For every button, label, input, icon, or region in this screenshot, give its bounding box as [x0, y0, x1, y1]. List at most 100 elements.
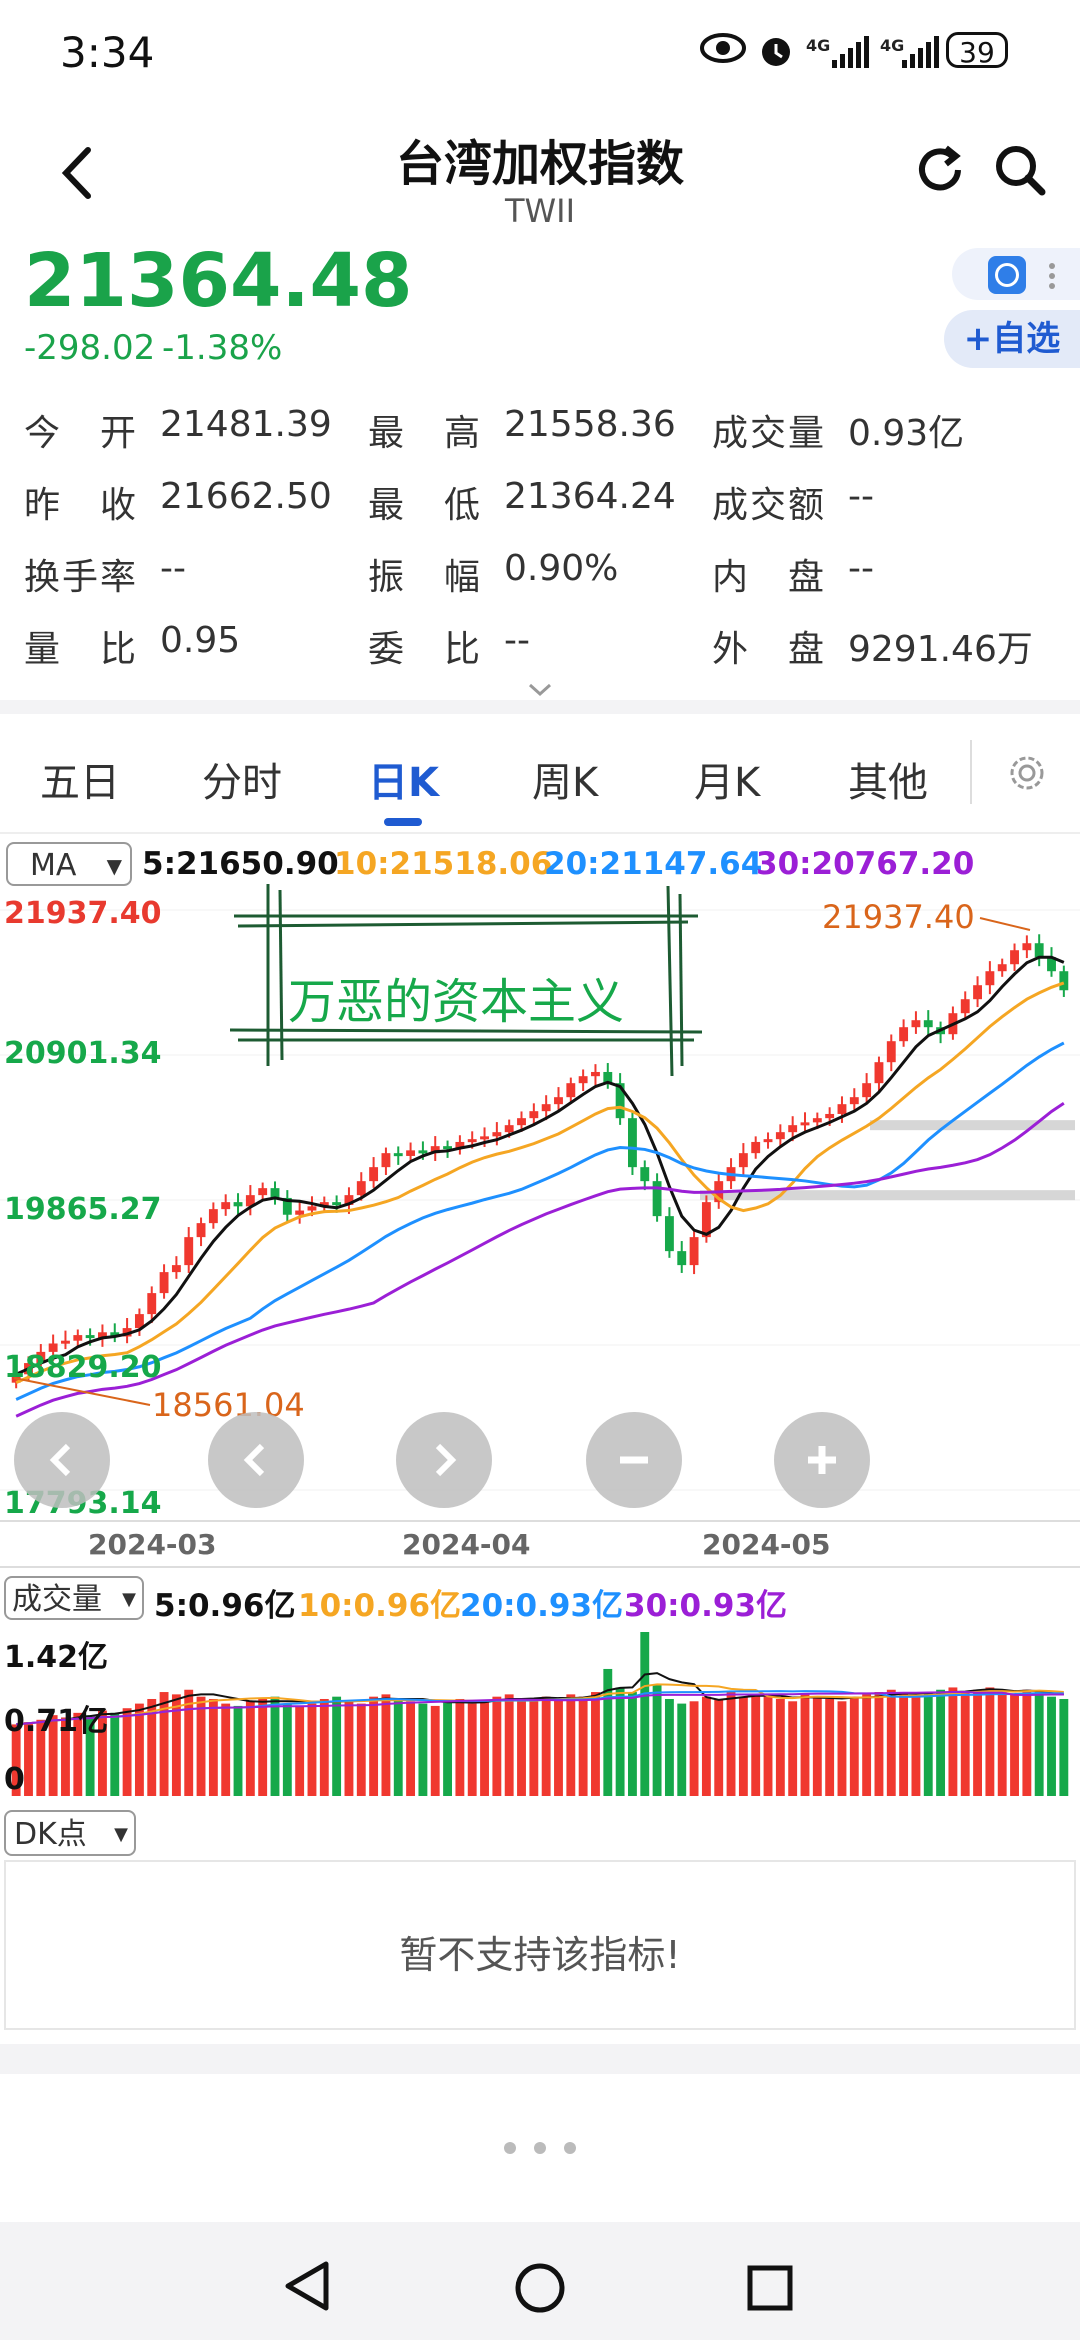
- dk-indicator-select[interactable]: DK点 ▼: [4, 1810, 136, 1856]
- support-band: [870, 1120, 1075, 1131]
- search-button[interactable]: [990, 140, 1050, 200]
- candle-body: [196, 1223, 206, 1238]
- candle-body: [221, 1202, 231, 1210]
- stat-value: 21662.50: [160, 476, 332, 517]
- candle-body: [258, 1188, 268, 1196]
- volume-select-label: 成交量: [12, 1582, 102, 1617]
- candle-body: [369, 1167, 379, 1182]
- overlay-text: 万恶的资本主义: [288, 974, 625, 1030]
- volume-bar: [356, 1703, 366, 1796]
- candle-body: [418, 1150, 428, 1154]
- volume-bar: [430, 1705, 440, 1796]
- zoom-out-button[interactable]: [586, 1412, 682, 1508]
- candle-body: [480, 1136, 489, 1140]
- candle-body: [775, 1132, 785, 1140]
- candle-body: [406, 1150, 416, 1156]
- unsupported-indicator-message: 暂不支持该指标!: [399, 1933, 681, 1977]
- candle-body: [541, 1104, 551, 1112]
- candle-body: [763, 1139, 773, 1143]
- signal-label-2: 4G: [880, 36, 905, 55]
- volume-bar: [751, 1694, 761, 1796]
- scroll-right-button[interactable]: [396, 1412, 492, 1508]
- candle-body: [356, 1181, 366, 1196]
- volume-bar: [529, 1701, 539, 1796]
- volume-bar: [812, 1696, 822, 1796]
- tab-daily-k[interactable]: 日K: [368, 750, 439, 808]
- stat-label: 今 开: [24, 413, 139, 454]
- volume-bar: [566, 1694, 576, 1796]
- volume-indicator-select[interactable]: 成交量 ▼: [4, 1576, 144, 1620]
- candle-body: [664, 1216, 674, 1252]
- tab-other[interactable]: 其他: [848, 750, 928, 808]
- stat-label: 振 幅: [368, 557, 483, 598]
- tab-intraday[interactable]: 分时: [202, 750, 282, 808]
- status-bar: 3:34 4G 4G 39: [0, 0, 1080, 110]
- volume-bar: [270, 1696, 280, 1796]
- more-dots-icon[interactable]: [500, 2140, 580, 2154]
- ma-indicator-select[interactable]: MA ▼: [6, 842, 132, 886]
- volume-bar: [985, 1687, 995, 1796]
- candle-body: [171, 1265, 181, 1273]
- stat-value: 0.90%: [504, 548, 619, 589]
- candle-body: [208, 1209, 218, 1224]
- candle-body: [184, 1237, 194, 1266]
- volume-bar: [1010, 1694, 1019, 1796]
- stat-label: 成交额: [712, 485, 827, 526]
- volume-chart[interactable]: [0, 1624, 1080, 1800]
- volume-bar: [443, 1701, 452, 1796]
- stat-label: 最 低: [368, 485, 483, 526]
- candle-body: [381, 1153, 391, 1168]
- volume-bar: [825, 1698, 835, 1796]
- nav-back-icon[interactable]: [282, 2260, 332, 2316]
- vol-ma5: 5:0.96亿: [154, 1588, 296, 1624]
- volume-bar: [615, 1687, 625, 1796]
- volume-bar: [726, 1692, 736, 1796]
- signal-icon-2: [902, 36, 942, 72]
- volume-bar: [233, 1705, 243, 1796]
- candle-body: [837, 1104, 847, 1114]
- candle-body: [393, 1153, 403, 1157]
- date-label: 2024-05: [702, 1528, 831, 1561]
- volume-bar: [504, 1694, 514, 1796]
- vol-y-tick: 0.71亿: [4, 1704, 109, 1739]
- dk-select-label: DK点: [14, 1817, 87, 1852]
- volume-bar: [775, 1698, 785, 1796]
- signal-label-1: 4G: [806, 36, 831, 55]
- system-nav-bar: [0, 2222, 1080, 2340]
- signal-icon: [832, 36, 872, 72]
- candle-body: [147, 1293, 157, 1315]
- stat-label: 委 比: [368, 629, 483, 670]
- volume-bar: [837, 1701, 847, 1796]
- volume-bar: [997, 1692, 1007, 1796]
- ma30-line: [15, 1102, 1065, 1418]
- ma30-value: 30:20767.20: [756, 846, 975, 882]
- tab-five-day[interactable]: 五日: [40, 750, 120, 808]
- add-favorite-button[interactable]: +自选: [944, 310, 1080, 368]
- volume-bar: [899, 1694, 909, 1796]
- volume-bar: [1059, 1698, 1069, 1796]
- tab-weekly-k[interactable]: 周K: [532, 750, 598, 808]
- tab-monthly-k[interactable]: 月K: [694, 750, 760, 808]
- section-divider: [0, 2044, 1080, 2074]
- refresh-button[interactable]: [910, 140, 970, 200]
- candle-body: [467, 1139, 477, 1143]
- volume-bar: [1022, 1689, 1032, 1796]
- nav-recents-icon[interactable]: [746, 2264, 794, 2316]
- stat-value: 21481.39: [160, 404, 332, 445]
- globe-button[interactable]: [952, 248, 1080, 300]
- stat-value: 9291.46万: [848, 629, 1033, 670]
- nav-home-icon[interactable]: [514, 2262, 566, 2318]
- volume-bar: [800, 1694, 810, 1796]
- settings-gear-icon[interactable]: [1002, 748, 1052, 798]
- volume-bar: [862, 1694, 872, 1796]
- zoom-in-button[interactable]: [774, 1412, 870, 1508]
- scroll-left-fast-button[interactable]: [14, 1412, 110, 1508]
- stat-value: 0.93亿: [848, 413, 965, 454]
- price-change-percent: -1.38%: [162, 328, 283, 368]
- scroll-left-button[interactable]: [208, 1412, 304, 1508]
- volume-bar: [886, 1689, 896, 1796]
- stat-value: --: [848, 548, 874, 589]
- volume-bar: [936, 1689, 946, 1796]
- volume-bar: [344, 1701, 354, 1796]
- volume-bar: [184, 1689, 194, 1796]
